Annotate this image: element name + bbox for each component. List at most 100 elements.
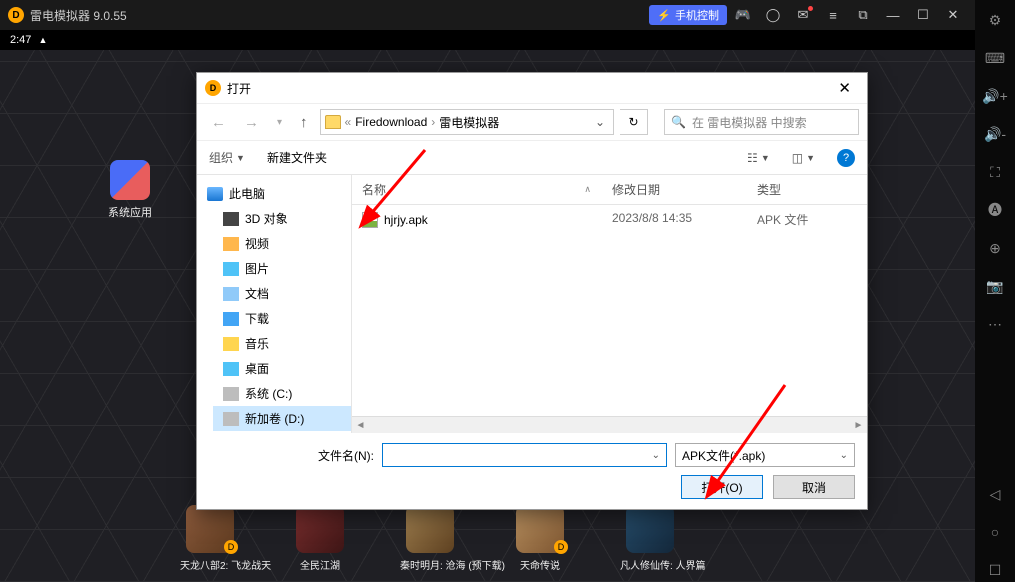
cancel-button[interactable]: 取消 [773, 475, 855, 499]
search-placeholder: 在 雷电模拟器 中搜索 [692, 114, 807, 131]
sync-icon[interactable]: 🅐 [980, 198, 1010, 222]
folder-icon [110, 160, 150, 200]
settings-icon[interactable]: ⚙ [980, 8, 1010, 32]
doc-icon [223, 287, 239, 301]
drive-icon [223, 387, 239, 401]
apk-file-icon [362, 212, 378, 228]
dialog-toolbar: 组织 ▼ 新建文件夹 ☷ ▼ ◫ ▼ ? [197, 141, 867, 175]
tree-item[interactable]: 文档 [213, 281, 351, 306]
maximize-button[interactable]: ☐ [909, 1, 937, 29]
scroll-left-icon[interactable]: ◄ [352, 420, 369, 431]
column-type[interactable]: 类型 [747, 175, 867, 204]
pc-icon [207, 187, 223, 201]
more-icon[interactable]: ⋯ [980, 312, 1010, 336]
dock-app-1[interactable]: 全民江湖 [290, 505, 350, 572]
screenshot-icon[interactable]: ⊕ [980, 236, 1010, 260]
keyboard-icon[interactable]: ⌨ [980, 46, 1010, 70]
tree-item-label: 视频 [245, 235, 269, 252]
3d-icon [223, 212, 239, 226]
horizontal-scrollbar[interactable]: ◄ ► [352, 416, 867, 433]
dialog-nav: ← → ▾ ↑ « Firedownload › 雷电模拟器 ⌄ ↻ 🔍 在 雷… [197, 103, 867, 141]
tree-item-label: 文档 [245, 285, 269, 302]
nav-up-icon[interactable]: ↑ [294, 110, 314, 135]
tree-item[interactable]: 此电脑 [197, 181, 351, 206]
tree-item[interactable]: 系统 (C:) [213, 381, 351, 406]
desk-icon [223, 362, 239, 376]
menu-icon[interactable]: ≡ [819, 1, 847, 29]
tree-item-label: 新加卷 (D:) [245, 410, 304, 427]
tree-item[interactable]: 下载 [213, 306, 351, 331]
view-mode-button[interactable]: ☷ ▼ [747, 151, 770, 165]
bolt-icon: ⚡ [657, 9, 671, 22]
file-open-dialog: D 打开 ✕ ← → ▾ ↑ « Firedownload › 雷电模拟器 ⌄ … [196, 72, 868, 510]
multi-window-icon[interactable]: ⧉ [849, 1, 877, 29]
android-statusbar: 2:47 ▲ ▾ ◢ ▮ [0, 30, 1015, 50]
dialog-titlebar[interactable]: D 打开 ✕ [197, 73, 867, 103]
nav-forward-icon[interactable]: → [238, 110, 265, 135]
home-nav-icon[interactable]: ○ [980, 520, 1010, 544]
dock-row: D 天龙八部2: 飞龙战天 全民江湖 秦时明月: 沧海 (预下载) D 天命传说… [180, 505, 955, 572]
chevron-right-icon: › [431, 115, 435, 129]
volume-up-icon[interactable]: 🔊+ [980, 84, 1010, 108]
record-icon[interactable]: 📷 [980, 274, 1010, 298]
file-row[interactable]: hjrjy.apk 2023/8/8 14:35 APK 文件 [352, 205, 867, 234]
dialog-footer: 文件名(N): ⌄ APK文件(*.apk)⌄ 打开(O) 取消 [197, 433, 867, 509]
filename-input[interactable]: ⌄ [382, 443, 667, 467]
icon-label: 系统应用 [100, 204, 160, 220]
gamepad-icon[interactable]: 🎮 [729, 1, 757, 29]
mail-icon[interactable]: ✉ [789, 1, 817, 29]
dialog-close-button[interactable]: ✕ [830, 75, 859, 101]
nav-back-icon[interactable]: ← [205, 110, 232, 135]
chevron-right-icon: « [345, 115, 352, 129]
back-nav-icon[interactable]: ◁ [980, 482, 1010, 506]
close-button[interactable]: ✕ [939, 1, 967, 29]
app-badge-icon: D [554, 540, 568, 554]
open-button[interactable]: 打开(O) [681, 475, 763, 499]
filename-label: 文件名(N): [209, 447, 374, 464]
down-icon [223, 312, 239, 326]
dock-app-2[interactable]: 秦时明月: 沧海 (预下载) [400, 505, 460, 572]
tree-item[interactable]: 图片 [213, 256, 351, 281]
chevron-down-icon: ▼ [236, 153, 245, 163]
chevron-down-icon: ⌄ [840, 450, 848, 461]
breadcrumb[interactable]: « Firedownload › 雷电模拟器 ⌄ [320, 109, 614, 135]
dock-app-3[interactable]: D 天命传说 [510, 505, 570, 572]
folder-tree[interactable]: 此电脑3D 对象视频图片文档下载音乐桌面系统 (C:) 新加卷 (D:) [197, 175, 352, 433]
dialog-title: 打开 [227, 80, 830, 97]
fullscreen-icon[interactable]: ⛶ [980, 160, 1010, 184]
tree-item[interactable]: 桌面 [213, 356, 351, 381]
file-rows[interactable]: hjrjy.apk 2023/8/8 14:35 APK 文件 [352, 205, 867, 416]
minimize-button[interactable]: — [879, 1, 907, 29]
file-list: 名称∧ 修改日期 类型 hjrjy.apk 2023/8/8 14:35 APK… [352, 175, 867, 433]
tree-item[interactable]: 新加卷 (D:) [213, 406, 351, 431]
phone-control-button[interactable]: ⚡ 手机控制 [649, 5, 727, 25]
tree-item[interactable]: 视频 [213, 231, 351, 256]
file-type-select[interactable]: APK文件(*.apk)⌄ [675, 443, 855, 467]
column-name[interactable]: 名称∧ [352, 175, 602, 204]
list-header[interactable]: 名称∧ 修改日期 类型 [352, 175, 867, 205]
refresh-button[interactable]: ↻ [620, 109, 648, 135]
new-folder-button[interactable]: 新建文件夹 [267, 149, 327, 166]
recent-nav-icon[interactable]: ☐ [980, 558, 1010, 582]
tree-item-label: 桌面 [245, 360, 269, 377]
tree-item[interactable]: 3D 对象 [213, 206, 351, 231]
dialog-logo-icon: D [205, 80, 221, 96]
column-date[interactable]: 修改日期 [602, 175, 747, 204]
dock-app-0[interactable]: D 天龙八部2: 飞龙战天 [180, 505, 240, 572]
dock-app-4[interactable]: 凡人修仙传: 人界篇 [620, 505, 680, 572]
tree-item-label: 下载 [245, 310, 269, 327]
organize-button[interactable]: 组织 ▼ [209, 149, 245, 166]
chevron-down-icon[interactable]: ⌄ [652, 450, 660, 461]
preview-pane-button[interactable]: ◫ ▼ [792, 151, 815, 165]
system-apps-icon[interactable]: 系统应用 [100, 160, 160, 220]
nav-recent-icon[interactable]: ▾ [271, 113, 288, 132]
user-icon[interactable]: ◯ [759, 1, 787, 29]
search-input[interactable]: 🔍 在 雷电模拟器 中搜索 [664, 109, 859, 135]
volume-down-icon[interactable]: 🔊- [980, 122, 1010, 146]
scroll-right-icon[interactable]: ► [850, 420, 867, 431]
help-icon[interactable]: ? [837, 149, 855, 167]
tree-item[interactable]: 音乐 [213, 331, 351, 356]
breadcrumb-dropdown-icon[interactable]: ⌄ [591, 115, 609, 129]
breadcrumb-item[interactable]: Firedownload [355, 115, 427, 129]
breadcrumb-item[interactable]: 雷电模拟器 [439, 114, 499, 131]
